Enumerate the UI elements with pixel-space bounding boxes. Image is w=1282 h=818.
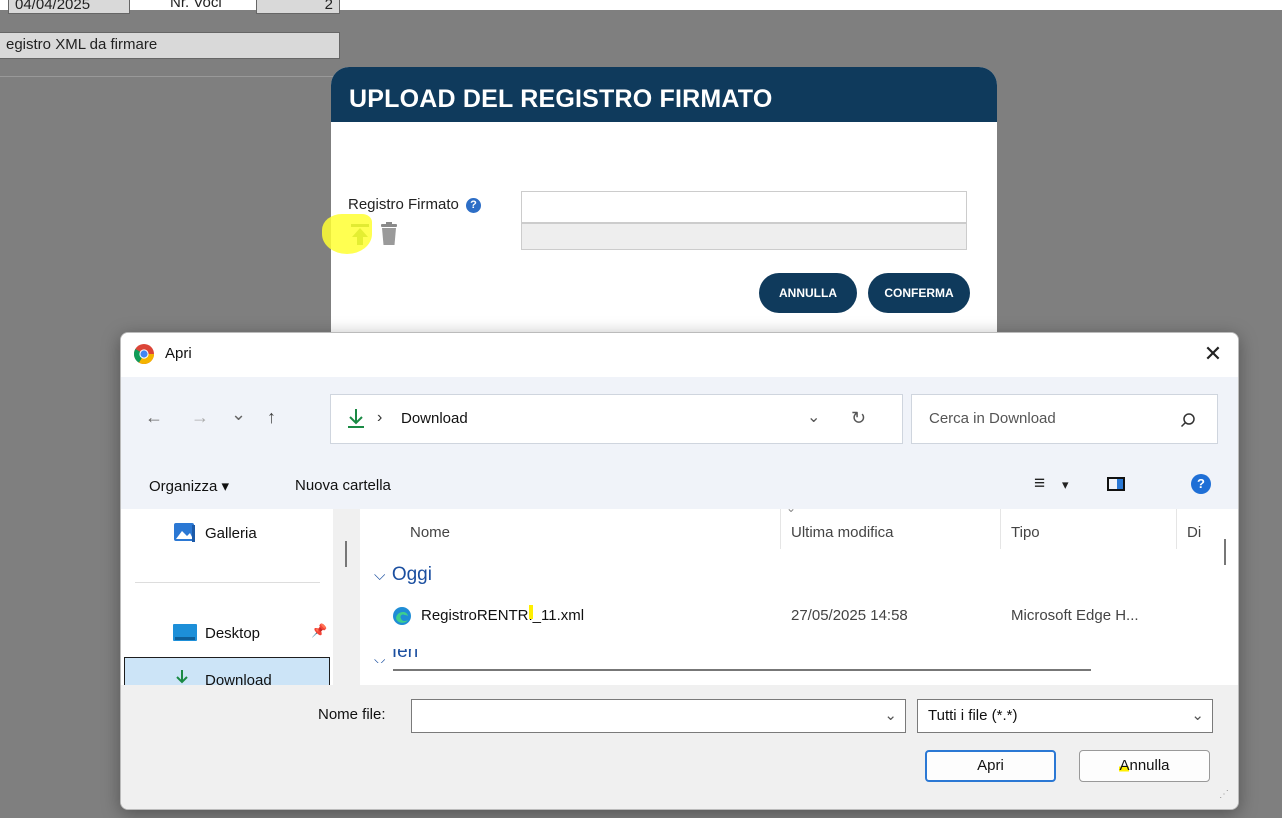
file-type: Microsoft Edge H... [1011, 607, 1139, 624]
recent-locations-icon[interactable]: ⌄ [231, 404, 246, 425]
file-type-dropdown-icon[interactable]: ⌄ [1191, 706, 1204, 724]
cancel-label: Annulla [1119, 757, 1170, 774]
search-input[interactable]: Cerca in Download [929, 410, 1056, 427]
column-header-size[interactable]: Di [1187, 524, 1201, 541]
column-separator[interactable] [780, 509, 781, 549]
field-label: Registro Firmato ? [348, 196, 482, 213]
nav-item-desktop[interactable]: Desktop 📌 [121, 607, 333, 657]
dialog-titlebar: Apri ✕ [121, 333, 1238, 377]
highlighter-mark [529, 605, 533, 619]
file-modified: 27/05/2025 14:58 [791, 607, 908, 624]
up-icon[interactable]: ↑ [267, 407, 276, 428]
nav-pane-divider [135, 582, 320, 583]
download-folder-icon [348, 409, 364, 428]
date-field[interactable]: 04/04/2025 [8, 0, 130, 14]
address-bar[interactable]: › Download ⌄ ↻ [330, 394, 903, 444]
address-dropdown-icon[interactable]: ⌄ [807, 407, 820, 427]
file-name: RegistroRENTRI_11.xml [421, 607, 585, 624]
help-icon[interactable]: ? [1191, 474, 1211, 494]
file-type-select[interactable]: Tutti i file (*.*) ⌄ [917, 699, 1213, 733]
filename-input[interactable]: ⌄ [411, 699, 906, 733]
registry-file-path [521, 223, 967, 250]
column-header-modified[interactable]: Ultima modifica [791, 524, 894, 541]
column-separator[interactable] [1176, 509, 1177, 549]
background-label: Nr. Voci [170, 0, 222, 11]
forward-icon[interactable]: → [191, 407, 209, 428]
highlighter-mark [322, 214, 372, 254]
nav-label-desktop: Desktop [205, 625, 261, 642]
pin-icon[interactable]: 📌 [311, 623, 327, 639]
upload-modal: UPLOAD DEL REGISTRO FIRMATO Registro Fir… [331, 67, 997, 333]
gallery-icon [174, 523, 195, 542]
filename-dropdown-icon[interactable]: ⌄ [884, 706, 897, 724]
column-separator[interactable] [1000, 509, 1001, 549]
help-icon[interactable]: ? [466, 198, 482, 213]
file-type-value: Tutti i file (*.*) [928, 707, 1018, 724]
nav-pane-scrollbar[interactable] [333, 509, 360, 685]
filename-label: Nome file: [318, 706, 386, 723]
background-divider [0, 76, 340, 77]
file-list-scrollbar[interactable] [1217, 509, 1238, 685]
back-icon[interactable]: ← [145, 407, 163, 428]
open-button[interactable]: Apri [925, 750, 1056, 782]
desktop-icon [173, 624, 197, 641]
organize-button[interactable]: Organizza ▾ [149, 477, 229, 495]
close-icon[interactable]: ✕ [1198, 341, 1228, 367]
group-collapse-icon[interactable]: ⌵ [374, 652, 385, 663]
horizontal-scroll-thumb[interactable] [393, 669, 1091, 671]
refresh-icon[interactable]: ↻ [851, 408, 866, 429]
search-box[interactable]: Cerca in Download [911, 394, 1218, 444]
preview-pane-icon[interactable] [1107, 477, 1125, 491]
navigation-bar: ← → ⌄ ↑ › Download ⌄ ↻ Cerca in Download [121, 377, 1238, 461]
registry-file-input[interactable] [521, 191, 967, 223]
view-options-icon[interactable]: ≡ [1034, 473, 1045, 495]
nav-pane-scroll-thumb[interactable] [345, 541, 347, 567]
navigation-pane: Galleria Desktop 📌 Download [121, 509, 333, 697]
group-header-ieri[interactable]: ⌵ Ieri [374, 649, 418, 663]
chrome-icon [134, 344, 154, 364]
column-header-name[interactable]: Nome [410, 524, 450, 541]
breadcrumb-separator: › [377, 409, 383, 426]
dialog-footer: Nome file: ⌄ Tutti i file (*.*) ⌄ Apri A… [121, 685, 1238, 809]
modal-title: UPLOAD DEL REGISTRO FIRMATO [331, 67, 997, 122]
field-label-text: Registro Firmato [348, 196, 459, 213]
file-list: ⌄ Nome Ultima modifica Tipo Di ⌵ Oggi Re… [360, 501, 1217, 685]
edge-file-icon [393, 607, 411, 625]
nav-label-galleria: Galleria [205, 525, 257, 542]
trash-icon[interactable] [380, 222, 398, 246]
registry-xml-field[interactable]: egistro XML da firmare [0, 32, 340, 59]
table-row[interactable]: RegistroRENTRI_11.xml 27/05/2025 14:58 M… [360, 604, 1217, 634]
file-list-scroll-thumb[interactable] [1224, 539, 1226, 565]
group-collapse-icon[interactable]: ⌵ [374, 567, 385, 584]
horizontal-scrollbar[interactable] [360, 663, 1217, 685]
count-field[interactable]: 2 [256, 0, 340, 14]
resize-grip-icon[interactable]: ⋰ [1219, 789, 1229, 800]
nav-item-galleria[interactable]: Galleria [121, 509, 333, 559]
sort-indicator-icon: ⌄ [786, 501, 797, 515]
command-bar: Organizza ▾ Nuova cartella ≡ ▾ ? [121, 461, 1238, 509]
group-header-oggi[interactable]: ⌵ Oggi [374, 564, 432, 586]
column-header-type[interactable]: Tipo [1011, 524, 1040, 541]
annulla-button[interactable]: ANNULLA [759, 273, 857, 313]
conferma-button[interactable]: CONFERMA [868, 273, 970, 313]
file-open-dialog: Apri ✕ ← → ⌄ ↑ › Download ⌄ ↻ Cerca in D… [120, 332, 1239, 810]
group-label-ieri: Ieri [391, 649, 419, 662]
search-icon[interactable] [1180, 412, 1196, 428]
new-folder-button[interactable]: Nuova cartella [295, 477, 391, 494]
dialog-title: Apri [165, 345, 192, 362]
group-label-oggi: Oggi [391, 564, 432, 585]
cancel-button[interactable]: Annulla [1079, 750, 1210, 782]
breadcrumb-download[interactable]: Download [401, 410, 468, 427]
view-dropdown-icon[interactable]: ▾ [1062, 477, 1069, 493]
